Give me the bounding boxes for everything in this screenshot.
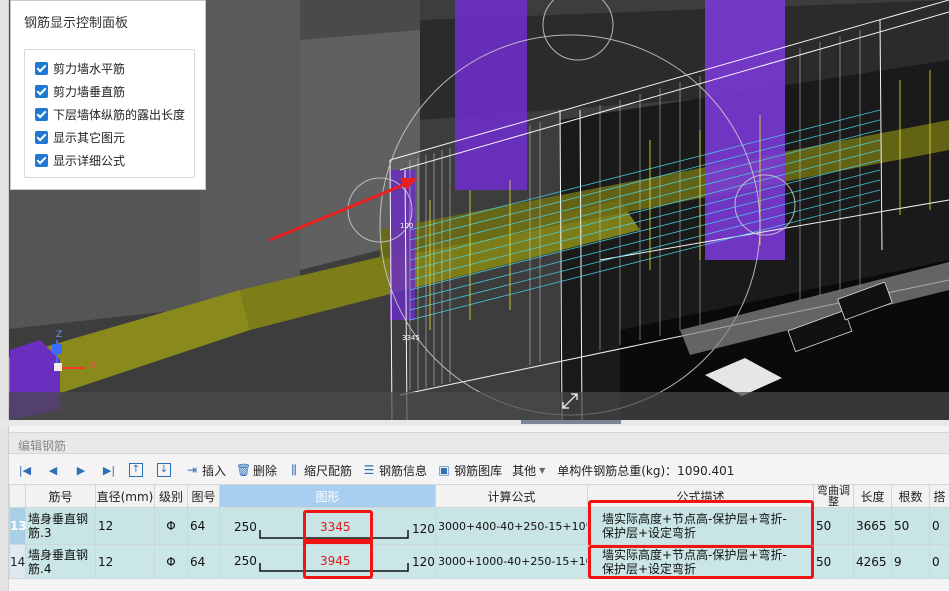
move-down-icon[interactable]: ↓ bbox=[157, 463, 171, 477]
cell-fig-no[interactable]: 64 bbox=[187, 507, 220, 545]
cell-fig-no[interactable]: 64 bbox=[187, 544, 220, 579]
table-row[interactable]: 13 墙身垂直钢筋.3 12 Φ 64 250 3345 120 3000+40… bbox=[9, 500, 949, 548]
option-label: 剪力墙水平筋 bbox=[53, 61, 126, 76]
cell-grade[interactable]: Φ bbox=[154, 507, 188, 545]
chevron-down-icon: ▼ bbox=[539, 465, 546, 475]
cell-formula[interactable]: 3000+400-40+250-15+10*d bbox=[435, 507, 588, 545]
cell-bend-adjust[interactable]: 50 bbox=[813, 544, 854, 579]
scale-icon: ⫼ bbox=[291, 463, 297, 477]
header-rownum bbox=[9, 484, 26, 508]
edit-rebar-panel: 编辑钢筋 |◀ ◀ ▶ ▶| ↑ ↓ ⇥ 插入 🗑 删除 ⫼ 缩尺配筋 ☰ 钢筋信息 ▣… bbox=[9, 426, 949, 591]
shape-left-dim: 250 bbox=[234, 520, 257, 534]
header-formula[interactable]: 计算公式 bbox=[435, 484, 588, 508]
move-up-icon[interactable]: ↑ bbox=[129, 463, 143, 477]
header-length[interactable]: 长度 bbox=[853, 484, 892, 508]
header-diameter[interactable]: 直径(mm) bbox=[95, 484, 155, 508]
delete-button[interactable]: 🗑 删除 bbox=[236, 460, 277, 480]
highlight-box bbox=[588, 500, 814, 548]
delete-icon: 🗑 bbox=[236, 463, 252, 477]
dim-label-100: 100 bbox=[400, 222, 413, 230]
cell-length[interactable]: 4265 bbox=[853, 544, 892, 579]
scale-label: 缩尺配筋 bbox=[304, 463, 353, 478]
header-grade[interactable]: 级别 bbox=[154, 484, 188, 508]
cell-shape[interactable]: 250 3945 120 bbox=[219, 539, 436, 579]
option-lower-wall-exposed-length[interactable]: 下层墙体纵筋的露出长度 bbox=[35, 105, 185, 123]
insert-label: 插入 bbox=[202, 463, 227, 478]
axis-x-label: X bbox=[90, 361, 96, 371]
highlight-box bbox=[588, 545, 814, 579]
option-show-detailed-formula[interactable]: 显示详细公式 bbox=[35, 151, 125, 169]
cell-diameter[interactable]: 12 bbox=[95, 507, 155, 545]
edit-panel-header: 编辑钢筋 bbox=[9, 432, 949, 454]
first-record-icon[interactable]: |◀ bbox=[17, 464, 33, 477]
cell-lap[interactable]: 0 bbox=[929, 507, 949, 545]
option-label: 下层墙体纵筋的露出长度 bbox=[53, 107, 186, 122]
delete-label: 删除 bbox=[253, 463, 278, 478]
cell-grade[interactable]: Φ bbox=[154, 544, 188, 579]
rebar-library-button[interactable]: ▣ 钢筋图库 bbox=[437, 460, 502, 480]
cell-count[interactable]: 50 bbox=[891, 507, 930, 545]
splitter-handle[interactable] bbox=[521, 420, 621, 424]
dim-label-3345: 3345 bbox=[402, 334, 420, 342]
shape-left-dim: 250 bbox=[234, 554, 257, 568]
header-count[interactable]: 根数 bbox=[891, 484, 930, 508]
checkbox-icon[interactable] bbox=[35, 84, 48, 98]
cell-rebar-name[interactable]: 墙身垂直钢筋.4 bbox=[25, 544, 96, 579]
cell-diameter[interactable]: 12 bbox=[95, 544, 155, 579]
edit-toolbar: |◀ ◀ ▶ ▶| ↑ ↓ ⇥ 插入 🗑 删除 ⫼ 缩尺配筋 ☰ 钢筋信息 ▣ 钢筋图库 … bbox=[9, 458, 949, 482]
checkbox-icon[interactable] bbox=[35, 153, 48, 167]
library-label: 钢筋图库 bbox=[454, 463, 503, 478]
scale-rebar-button[interactable]: ⫼ 缩尺配筋 bbox=[287, 460, 352, 480]
cell-description[interactable]: 墙实际高度+节点高-保护层+弯折-保护层+设定弯折 bbox=[587, 500, 814, 548]
cell-bend-adjust[interactable]: 50 bbox=[813, 507, 854, 545]
control-options-group: 剪力墙水平筋 剪力墙垂直筋 下层墙体纵筋的露出长度 显示其它图元 显示详细公式 bbox=[24, 49, 195, 178]
highlight-box bbox=[303, 539, 373, 579]
3d-viewport[interactable]: Z X 3345 100 钢筋显示控制面板 剪力墙水平筋 剪力墙垂直筋 下层墙体… bbox=[0, 0, 949, 420]
checkbox-icon[interactable] bbox=[35, 61, 48, 75]
header-lap[interactable]: 搭 bbox=[929, 484, 949, 508]
option-shear-wall-horizontal[interactable]: 剪力墙水平筋 bbox=[35, 59, 125, 77]
cell-count[interactable]: 9 bbox=[891, 544, 930, 579]
cell-lap[interactable]: 0 bbox=[929, 544, 949, 579]
cell-length[interactable]: 3665 bbox=[853, 507, 892, 545]
shape-right-dim: 120 bbox=[412, 522, 435, 536]
option-shear-wall-vertical[interactable]: 剪力墙垂直筋 bbox=[35, 82, 125, 100]
info-icon: ☰ bbox=[363, 463, 375, 477]
insert-icon: ⇥ bbox=[186, 463, 198, 477]
header-fig-no[interactable]: 图号 bbox=[187, 484, 220, 508]
rebar-table: 筋号 直径(mm) 级别 图号 图形 计算公式 公式描述 弯曲调整 长度 根数 … bbox=[9, 484, 949, 579]
header-shape[interactable]: 图形 bbox=[219, 484, 436, 508]
table-row[interactable]: 14 墙身垂直钢筋.4 12 Φ 64 250 3945 120 3000+10… bbox=[9, 539, 949, 579]
shape-right-dim: 120 bbox=[412, 555, 435, 569]
rebar-info-button[interactable]: ☰ 钢筋信息 bbox=[362, 460, 427, 480]
cell-rebar-name[interactable]: 墙身垂直钢筋.3 bbox=[25, 507, 96, 545]
option-show-other-elements[interactable]: 显示其它图元 bbox=[35, 128, 125, 146]
other-label: 其他 bbox=[512, 463, 537, 478]
cell-description[interactable]: 墙实际高度+节点高-保护层+弯折-保护层+设定弯折 bbox=[587, 544, 814, 579]
checkbox-icon[interactable] bbox=[35, 107, 48, 121]
row-number[interactable]: 13 bbox=[9, 507, 27, 545]
checkbox-icon[interactable] bbox=[35, 130, 48, 144]
insert-button[interactable]: ⇥ 插入 bbox=[185, 460, 226, 480]
option-label: 显示其它图元 bbox=[53, 130, 126, 145]
previous-record-icon[interactable]: ◀ bbox=[45, 464, 61, 477]
option-label: 显示详细公式 bbox=[53, 153, 126, 168]
total-weight-label: 单构件钢筋总重(kg)：1090.401 bbox=[557, 463, 735, 478]
info-label: 钢筋信息 bbox=[379, 463, 428, 478]
control-panel-title: 钢筋显示控制面板 bbox=[24, 16, 129, 31]
row-number[interactable]: 14 bbox=[9, 544, 26, 579]
rebar-display-control-panel: 钢筋显示控制面板 剪力墙水平筋 剪力墙垂直筋 下层墙体纵筋的露出长度 显示其它图… bbox=[10, 0, 206, 190]
other-dropdown[interactable]: 其他 ▼ bbox=[512, 460, 545, 480]
cell-formula[interactable]: 3000+1000-40+250-15+10*d bbox=[435, 544, 588, 579]
axis-z-label: Z bbox=[56, 330, 62, 340]
library-icon: ▣ bbox=[438, 463, 450, 477]
edit-panel-title: 编辑钢筋 bbox=[18, 439, 67, 453]
next-record-icon[interactable]: ▶ bbox=[73, 464, 89, 477]
header-bend-adjust[interactable]: 弯曲调整 bbox=[813, 484, 854, 508]
option-label: 剪力墙垂直筋 bbox=[53, 84, 126, 99]
header-rebar-no[interactable]: 筋号 bbox=[25, 484, 96, 508]
last-record-icon[interactable]: ▶| bbox=[101, 464, 117, 477]
left-dock-edge bbox=[0, 0, 9, 591]
